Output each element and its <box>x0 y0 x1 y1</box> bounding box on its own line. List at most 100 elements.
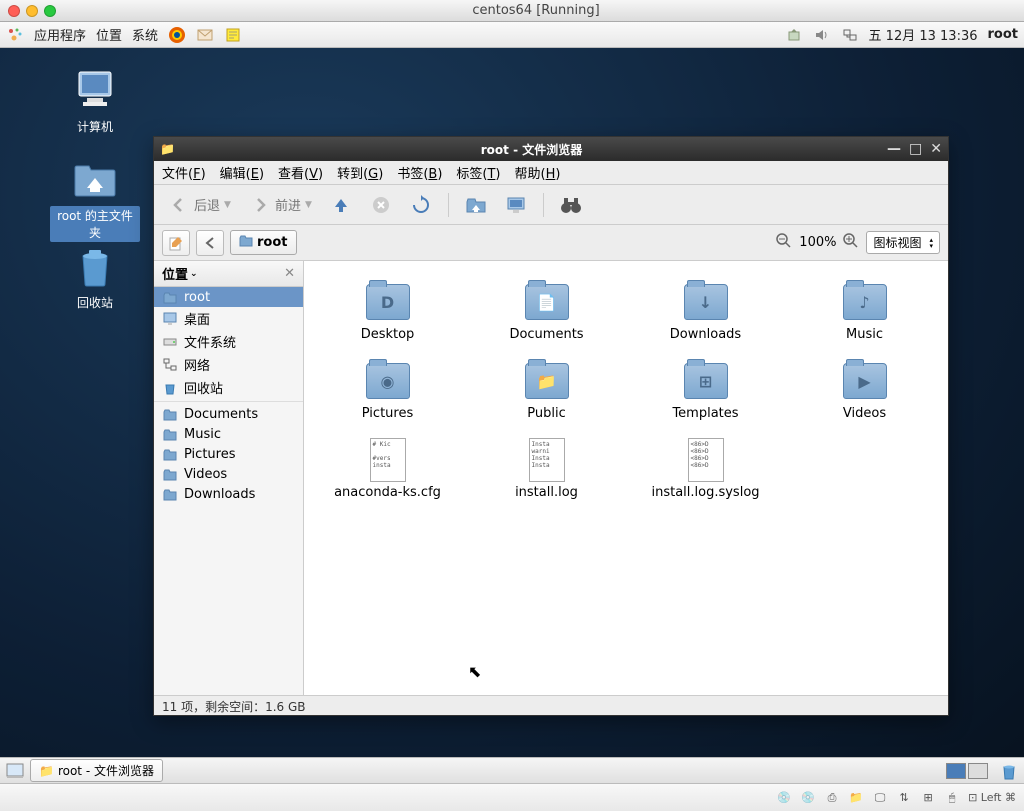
workspace-2[interactable] <box>968 763 988 779</box>
folder-icon: ◉ <box>364 360 412 402</box>
menu-file[interactable]: 文件(F) <box>162 163 206 182</box>
desktop[interactable]: 计算机 root 的主文件夹 回收站 📁 root - 文件浏览器 — □ ✕ … <box>0 48 1024 783</box>
file-item-pictures[interactable]: ◉Pictures <box>312 356 463 425</box>
file-item-public[interactable]: 📁Public <box>471 356 622 425</box>
menu-view[interactable]: 查看(V) <box>278 163 323 182</box>
desktop-icon-trash[interactable]: 回收站 <box>50 242 140 311</box>
folder-icon <box>162 446 178 462</box>
sidebar-bookmark-downloads[interactable]: Downloads <box>154 484 303 504</box>
file-item-anaconda-ks-cfg[interactable]: # Kic#versinstaanaconda-ks.cfg <box>312 435 463 504</box>
binoculars-icon <box>560 194 582 216</box>
path-back-button[interactable] <box>196 230 224 256</box>
location-path[interactable]: root <box>230 230 297 255</box>
file-item-templates[interactable]: ⊞Templates <box>630 356 781 425</box>
user-menu[interactable]: root <box>988 27 1019 42</box>
chevron-down-icon: ▼ <box>305 200 312 210</box>
zoom-in-button[interactable] <box>842 232 860 254</box>
folder-icon <box>162 406 178 422</box>
close-button[interactable]: ✕ <box>930 141 942 157</box>
menu-bookmarks[interactable]: 书签(B) <box>397 163 442 182</box>
chevron-down-icon: ⌄ <box>190 269 198 279</box>
menu-tabs[interactable]: 标签(T) <box>456 163 500 182</box>
minimize-button[interactable]: — <box>887 141 901 157</box>
vm-usb-icon[interactable]: ⎙ <box>824 790 840 806</box>
edit-location-button[interactable] <box>162 230 190 256</box>
sidebar-item-回收站[interactable]: 回收站 <box>154 376 303 399</box>
volume-icon[interactable] <box>813 26 831 44</box>
vm-shared-icon[interactable]: ⊞ <box>920 790 936 806</box>
close-sidebar-button[interactable]: ✕ <box>284 266 295 281</box>
forward-button[interactable]: 前进 ▼ <box>243 190 318 220</box>
fm-content-area[interactable]: DDesktop📄Documents↓Downloads♪Music ◉Pictu… <box>304 261 948 695</box>
vm-disk-icon[interactable]: 💿 <box>776 790 792 806</box>
zoom-out-button[interactable] <box>775 232 793 254</box>
clock[interactable]: 五 12月 13 13:36 <box>869 25 978 44</box>
sidebar-header[interactable]: 位置 ⌄ ✕ <box>154 261 303 287</box>
vm-display-icon[interactable]: 🖵 <box>872 790 888 806</box>
vm-mouse-icon[interactable]: 🖱 <box>944 790 960 806</box>
fm-titlebar[interactable]: 📁 root - 文件浏览器 — □ ✕ <box>154 137 948 161</box>
computer-icon <box>505 194 527 216</box>
reload-button[interactable] <box>404 190 438 220</box>
back-button[interactable]: 后退 ▼ <box>162 190 237 220</box>
update-icon[interactable] <box>785 26 803 44</box>
computer-button[interactable] <box>499 190 533 220</box>
taskbar-window-button[interactable]: 📁 root - 文件浏览器 <box>30 759 163 782</box>
maximize-button[interactable]: □ <box>909 141 922 157</box>
file-item-videos[interactable]: ▶Videos <box>789 356 940 425</box>
system-menu[interactable]: 系统 <box>132 25 158 44</box>
menu-edit[interactable]: 编辑(E) <box>220 163 264 182</box>
zoom-level: 100% <box>799 235 836 250</box>
search-button[interactable] <box>554 190 588 220</box>
sidebar-item-桌面[interactable]: 桌面 <box>154 307 303 330</box>
sidebar-bookmark-videos[interactable]: Videos <box>154 464 303 484</box>
file-item-downloads[interactable]: ↓Downloads <box>630 277 781 346</box>
network-icon[interactable] <box>841 26 859 44</box>
gnome-logo-icon[interactable] <box>6 26 24 44</box>
file-item-documents[interactable]: 📄Documents <box>471 277 622 346</box>
vm-folder-icon[interactable]: 📁 <box>848 790 864 806</box>
view-mode-select[interactable]: 图标视图 ▴▾ <box>866 231 940 254</box>
folder-icon: ▶ <box>841 360 889 402</box>
menu-help[interactable]: 帮助(H) <box>515 163 561 182</box>
network-icon <box>162 357 178 373</box>
sidebar-bookmark-music[interactable]: Music <box>154 424 303 444</box>
notes-icon[interactable] <box>224 26 242 44</box>
desktop-icon-computer[interactable]: 计算机 <box>50 66 140 135</box>
text-icon: # Kic#versinsta <box>364 439 412 481</box>
file-item-music[interactable]: ♪Music <box>789 277 940 346</box>
up-button[interactable] <box>324 190 358 220</box>
folder-icon <box>162 426 178 442</box>
mac-minimize-button[interactable] <box>26 5 38 17</box>
sidebar-item-root[interactable]: root <box>154 287 303 307</box>
mac-close-button[interactable] <box>8 5 20 17</box>
folder-icon: ♪ <box>841 281 889 323</box>
sidebar-item-网络[interactable]: 网络 <box>154 353 303 376</box>
desktop-icon-home[interactable]: root 的主文件夹 <box>50 154 140 242</box>
sidebar-bookmark-documents[interactable]: Documents <box>154 404 303 424</box>
firefox-icon[interactable] <box>168 26 186 44</box>
mail-icon[interactable] <box>196 26 214 44</box>
trash-applet[interactable] <box>1000 762 1018 780</box>
places-menu[interactable]: 位置 <box>96 25 122 44</box>
home-button[interactable] <box>459 190 493 220</box>
file-item-install-log[interactable]: InstawarniInstaInstainstall.log <box>471 435 622 504</box>
show-desktop-button[interactable] <box>6 762 24 780</box>
file-item-desktop[interactable]: DDesktop <box>312 277 463 346</box>
menu-go[interactable]: 转到(G) <box>337 163 383 182</box>
folder-icon: 📄 <box>523 281 571 323</box>
sidebar-bookmark-pictures[interactable]: Pictures <box>154 444 303 464</box>
vm-disk2-icon[interactable]: 💿 <box>800 790 816 806</box>
folder-icon: 📁 <box>39 764 54 778</box>
workspace-1[interactable] <box>946 763 966 779</box>
mac-maximize-button[interactable] <box>44 5 56 17</box>
applications-menu[interactable]: 应用程序 <box>34 25 86 44</box>
workspace-switcher[interactable] <box>946 763 988 779</box>
stop-button[interactable] <box>364 190 398 220</box>
fm-sidebar: 位置 ⌄ ✕ root桌面文件系统网络回收站 DocumentsMusicPic… <box>154 261 304 695</box>
gnome-top-panel: 应用程序 位置 系统 五 12月 13 13:36 root <box>0 22 1024 48</box>
vm-network-icon[interactable]: ⇅ <box>896 790 912 806</box>
sidebar-item-文件系统[interactable]: 文件系统 <box>154 330 303 353</box>
file-item-install-log-syslog[interactable]: <86>D<86>D<86>D<86>Dinstall.log.syslog <box>630 435 781 504</box>
reload-icon <box>410 194 432 216</box>
